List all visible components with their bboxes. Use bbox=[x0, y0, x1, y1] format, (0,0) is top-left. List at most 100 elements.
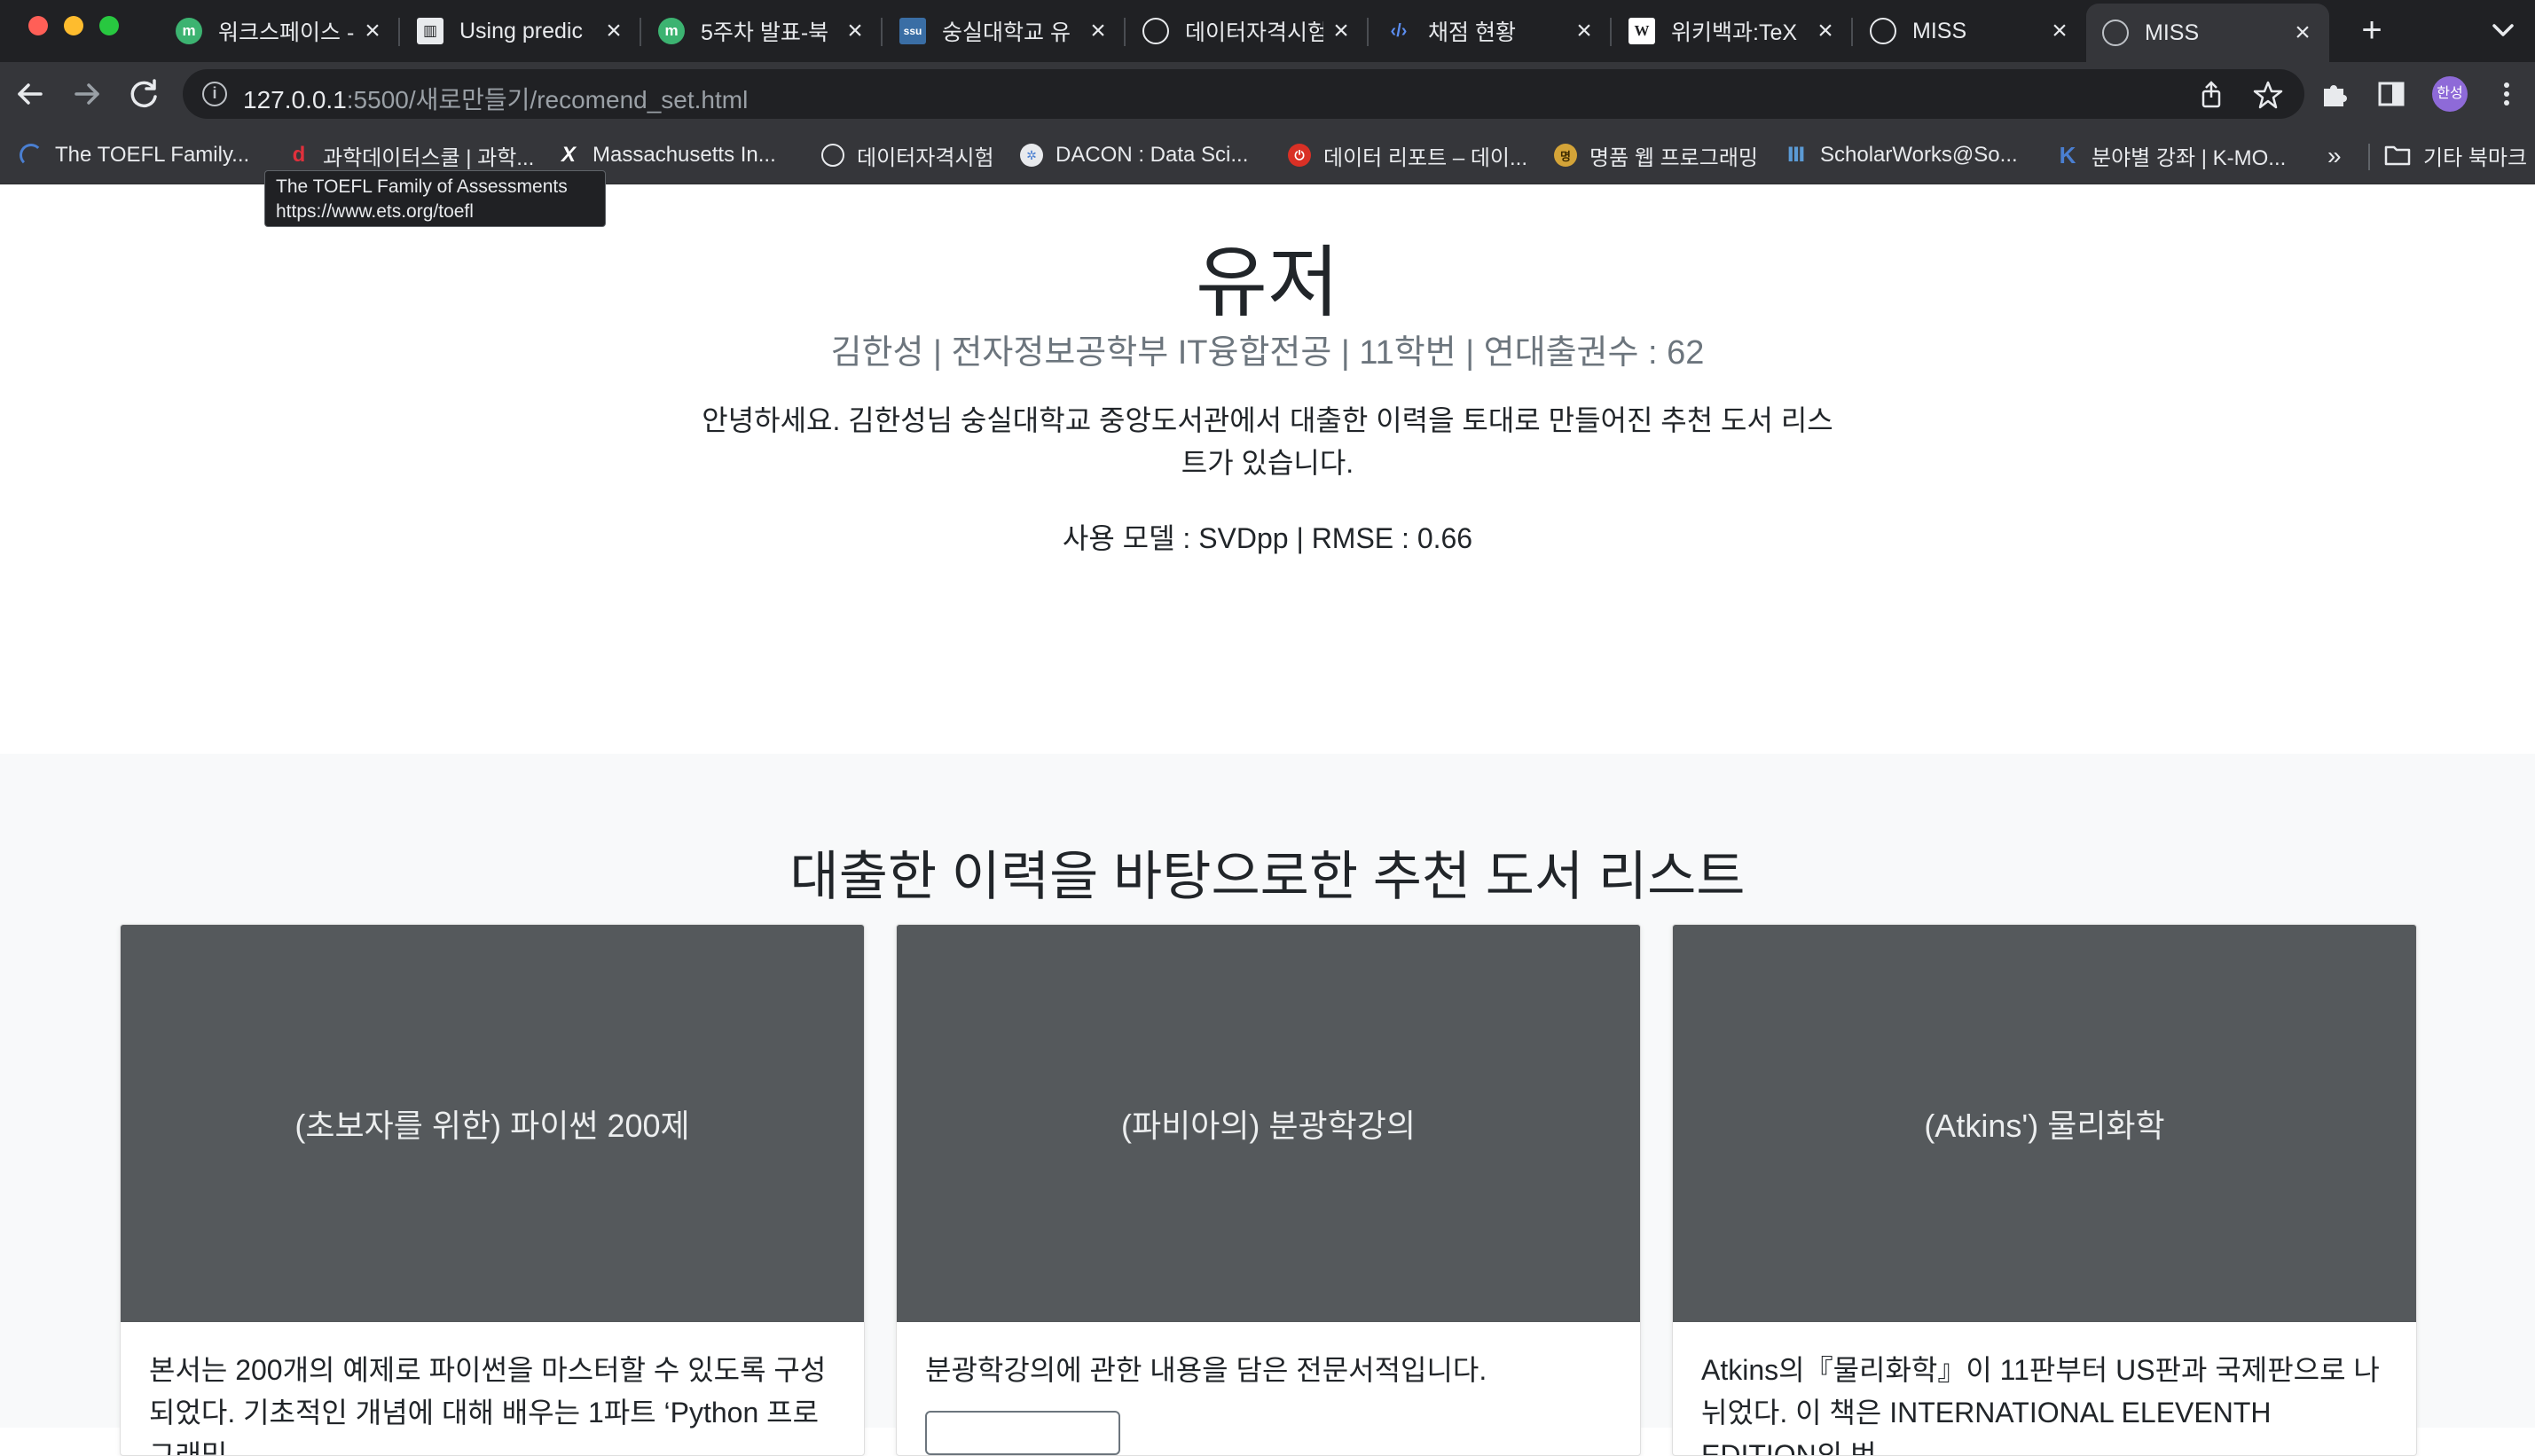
bookmark-star-icon[interactable] bbox=[2253, 80, 2283, 110]
tab-divider bbox=[1367, 18, 1369, 46]
maximize-window-button[interactable] bbox=[99, 16, 119, 35]
ets-icon bbox=[20, 144, 43, 167]
close-icon[interactable]: × bbox=[1330, 16, 1352, 46]
model-info: 사용 모델 : SVDpp | RMSE : 0.66 bbox=[1062, 522, 1473, 554]
book-card[interactable]: (파비아의) 분광학강의 분광학강의에 관한 내용을 담은 전문서적입니다. bbox=[896, 924, 1641, 1456]
bookmark-tooltip: The TOEFL Family of Assessments https://… bbox=[264, 170, 606, 227]
card-thumbnail-title: (Atkins') 물리화학 bbox=[1924, 1108, 2165, 1144]
intro-text: 안녕하세요. 김한성님 숭실대학교 중앙도서관에서 대출한 이력을 토대로 만들… bbox=[702, 404, 1833, 479]
book-card[interactable]: (Atkins') 물리화학 Atkins의『물리화학』이 11판부터 US판과… bbox=[1672, 924, 2417, 1456]
card-thumbnail: (초보자를 위한) 파이썬 200제 bbox=[121, 925, 864, 1322]
tooltip-url: https://www.ets.org/toefl bbox=[276, 201, 474, 222]
globe-icon bbox=[1142, 18, 1169, 44]
code-icon: ‹/› bbox=[1390, 20, 1408, 41]
card-thumbnail-title: (초보자를 위한) 파이썬 200제 bbox=[294, 1108, 690, 1144]
bookmark-toefl[interactable]: The TOEFL Family... bbox=[20, 138, 249, 172]
tooltip-title: The TOEFL Family of Assessments bbox=[276, 176, 568, 197]
card-thumbnail: (Atkins') 물리화학 bbox=[1673, 925, 2416, 1322]
close-icon[interactable]: × bbox=[603, 16, 624, 46]
globe-icon bbox=[821, 144, 844, 167]
close-window-button[interactable] bbox=[28, 16, 48, 35]
tab-divider bbox=[398, 18, 400, 46]
ssu-icon: ssu bbox=[899, 18, 926, 44]
close-icon[interactable]: × bbox=[2049, 16, 2070, 46]
tab-divider bbox=[1610, 18, 1612, 46]
book-card[interactable]: (초보자를 위한) 파이썬 200제 본서는 200개의 예제로 파이썬을 마스… bbox=[120, 924, 865, 1456]
tab-miss-1[interactable]: MISS × bbox=[1854, 0, 2086, 62]
globe-icon bbox=[2102, 20, 2129, 46]
card-text: 본서는 200개의 예제로 파이썬을 마스터할 수 있도록 구성되었다. 기초적… bbox=[149, 1354, 827, 1456]
section-title: 대출한 이력을 바탕으로한 추천 도서 리스트 bbox=[789, 847, 1746, 906]
card-body: 본서는 200개의 예제로 파이썬을 마스터할 수 있도록 구성되었다. 기초적… bbox=[121, 1322, 864, 1456]
bookmark-dacon[interactable]: ✲ DACON : Data Sci... bbox=[1020, 138, 1248, 172]
hero-section: 유저 김한성 | 전자정보공학부 IT융합전공 | 11학번 | 연대출권수 :… bbox=[0, 184, 2535, 754]
close-icon[interactable]: × bbox=[1815, 16, 1836, 46]
tab-miss-active[interactable]: MISS × bbox=[2086, 4, 2329, 62]
tab-strip: m 워크스페이스 - × ▥ Using predic × m 5주차 발표-북… bbox=[0, 0, 2535, 62]
tab-workspace[interactable]: m 워크스페이스 - × bbox=[160, 0, 399, 62]
close-icon[interactable]: × bbox=[1087, 16, 1109, 46]
close-icon[interactable]: × bbox=[2292, 18, 2313, 48]
wikipedia-icon: W bbox=[1629, 18, 1655, 44]
tab-data-certification[interactable]: 데이터자격시험 × bbox=[1126, 0, 1368, 62]
kmooc-icon: K bbox=[2059, 141, 2076, 168]
new-tab-button[interactable]: + bbox=[2352, 11, 2391, 50]
page-title: 유저 bbox=[1196, 239, 1339, 326]
reload-icon[interactable] bbox=[122, 73, 165, 115]
book-icon: ▥ bbox=[417, 18, 443, 44]
tab-search-chevron-down-icon[interactable] bbox=[2485, 12, 2521, 48]
bookmark-massachusetts[interactable]: X Massachusetts In... bbox=[557, 138, 776, 172]
bookmark-web-programming[interactable]: 명 명품 웹 프로그래밍 bbox=[1554, 138, 1758, 172]
tab-divider bbox=[1124, 18, 1126, 46]
x-icon: X bbox=[561, 143, 576, 167]
extensions-puzzle-icon[interactable] bbox=[2319, 78, 2351, 110]
card-text: Atkins의『물리화학』이 11판부터 US판과 국제판으로 나뉘었다. 이 … bbox=[1701, 1354, 2380, 1456]
card-body: 분광학강의에 관한 내용을 담은 전문서적입니다. bbox=[897, 1322, 1640, 1455]
globe-icon bbox=[1870, 18, 1896, 44]
tab-divider bbox=[1851, 18, 1853, 46]
url-text[interactable]: 127.0.0.1:5500/새로만들기/recomend_set.html bbox=[243, 81, 748, 116]
user-info: 김한성 | 전자정보공학부 IT융합전공 | 11학번 | 연대출권수 : 62 bbox=[830, 334, 1705, 372]
more-menu-icon[interactable] bbox=[2491, 78, 2523, 110]
address-bar[interactable]: i 127.0.0.1:5500/새로만들기/recomend_set.html bbox=[183, 69, 2304, 119]
bookmark-scholarworks[interactable]: Ⅲ ScholarWorks@So... bbox=[1785, 138, 2018, 172]
scholar-icon: Ⅲ bbox=[1786, 144, 1806, 166]
bookmarks-overflow-chevron-icon[interactable]: » bbox=[2327, 142, 2342, 170]
site-info-icon[interactable]: i bbox=[202, 82, 227, 106]
back-arrow-icon[interactable] bbox=[9, 73, 51, 115]
power-icon: ⏻ bbox=[1288, 144, 1311, 167]
myeong-icon: 명 bbox=[1554, 144, 1577, 167]
minimize-window-button[interactable] bbox=[64, 16, 83, 35]
card-button-group[interactable] bbox=[925, 1411, 1120, 1455]
m-green-icon: m bbox=[658, 18, 685, 44]
share-icon[interactable] bbox=[2196, 80, 2226, 110]
dacon-icon: ✲ bbox=[1020, 144, 1043, 167]
card-text: 분광학강의에 관한 내용을 담은 전문서적입니다. bbox=[925, 1354, 1487, 1386]
m-green-icon: m bbox=[176, 18, 202, 44]
tab-week5-presentation[interactable]: m 5주차 발표-북 × bbox=[642, 0, 882, 62]
other-bookmarks-folder[interactable]: 기타 북마크 bbox=[2384, 138, 2527, 172]
card-body: Atkins의『물리화학』이 11판부터 US판과 국제판으로 나뉘었다. 이 … bbox=[1673, 1322, 2416, 1456]
folder-icon bbox=[2384, 145, 2411, 166]
d-icon: d bbox=[292, 143, 306, 167]
tab-divider bbox=[640, 18, 641, 46]
tab-grading-status[interactable]: ‹/› 채점 현황 × bbox=[1370, 0, 1611, 62]
close-icon[interactable]: × bbox=[362, 16, 383, 46]
tab-divider bbox=[881, 18, 883, 46]
side-panel-icon[interactable] bbox=[2375, 78, 2407, 110]
recommendation-section: 대출한 이력을 바탕으로한 추천 도서 리스트 (초보자를 위한) 파이썬 20… bbox=[0, 754, 2535, 1456]
bookmark-data-certification[interactable]: 데이터자격시험 bbox=[821, 138, 994, 172]
tab-wikipedia-tex[interactable]: W 위키백과:TeX × bbox=[1613, 0, 1852, 62]
bookmark-kmooc[interactable]: K 분야별 강좌 | K-MO... bbox=[2056, 138, 2287, 172]
bookmark-data-report[interactable]: ⏻ 데이터 리포트 – 데이... bbox=[1288, 138, 1527, 172]
close-icon[interactable]: × bbox=[844, 16, 866, 46]
browser-toolbar: i 127.0.0.1:5500/새로만들기/recomend_set.html… bbox=[0, 62, 2535, 126]
forward-arrow-icon[interactable] bbox=[66, 73, 108, 115]
bookmark-science-data-school[interactable]: d 과학데이터스쿨 | 과학... bbox=[287, 138, 535, 172]
tab-soongsil-university[interactable]: ssu 숭실대학교 유 × bbox=[883, 0, 1125, 62]
close-icon[interactable]: × bbox=[1574, 16, 1595, 46]
page-content: 유저 김한성 | 전자정보공학부 IT융합전공 | 11학번 | 연대출권수 :… bbox=[0, 184, 2535, 1456]
tab-using-predictions[interactable]: ▥ Using predic × bbox=[401, 0, 640, 62]
profile-avatar[interactable]: 한성 bbox=[2432, 76, 2468, 112]
bookmarks-divider bbox=[2368, 144, 2370, 170]
